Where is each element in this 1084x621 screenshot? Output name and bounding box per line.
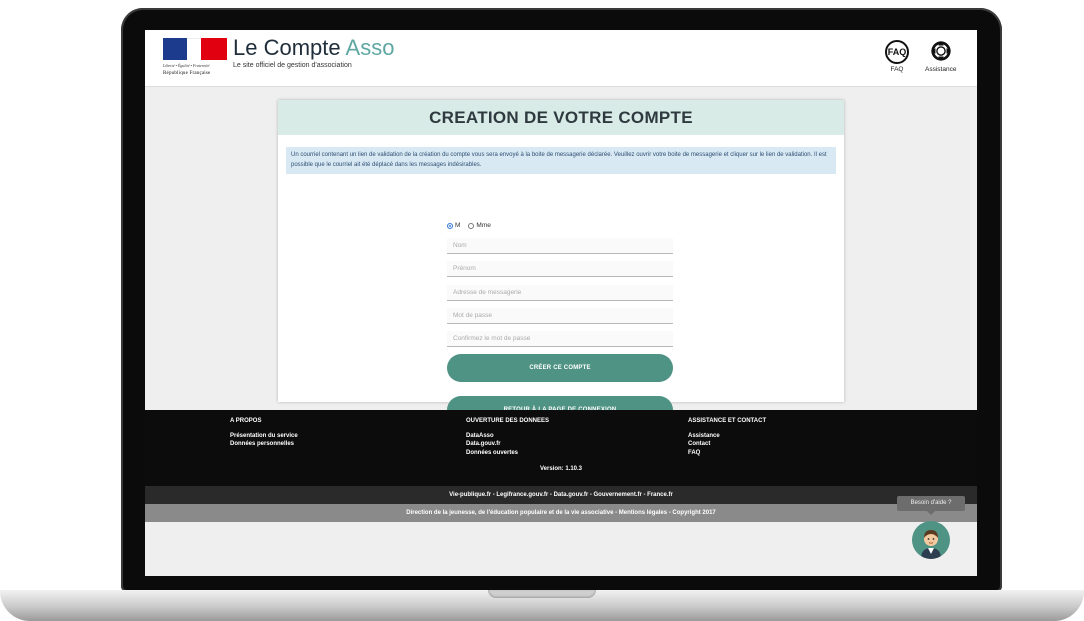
footer-col-apropos: A PROPOS Présentation du service Données… [230,417,298,449]
brand-subtitle: Le site officiel de gestion d'associatio… [233,62,352,69]
footer: A PROPOS Présentation du service Données… [145,410,977,486]
signup-card: CREATION DE VOTRE COMPTE Un courriel con… [278,100,844,424]
footer-link[interactable]: Données ouvertes [466,449,549,458]
card-header: CREATION DE VOTRE COMPTE [278,100,844,135]
info-notice: Un courriel contenant un lien de validat… [286,147,836,174]
footer-link[interactable]: Contact [688,440,766,449]
faq-icon: FAQ [885,40,909,64]
footer-link[interactable]: Assistance [688,432,766,441]
brand-main: Le Compte [233,35,341,60]
lifebuoy-icon [930,40,951,62]
radio-mme-label: Mme [476,222,491,229]
radio-m[interactable] [447,222,453,229]
page-title: CREATION DE VOTRE COMPTE [429,108,693,127]
flag-icon [163,38,227,61]
radio-mme[interactable] [468,222,475,229]
footer-link[interactable]: DataAsso [466,432,549,441]
footer-links-bar[interactable]: Vie-publique.fr - Legifrance.gouv.fr - D… [145,486,977,504]
marianne-logo[interactable]: Liberté • Égalité • Fraternité Républiqu… [163,38,227,82]
brand-title[interactable]: Le Compte Asso [233,35,394,61]
flag-white [187,38,201,61]
assistant-avatar-icon [921,530,941,559]
screen: Liberté • Égalité • Fraternité Républiqu… [145,30,977,576]
create-account-button[interactable]: CRÉER CE COMPTE [447,354,673,382]
assistance-link[interactable]: Assistance [925,40,956,73]
flag-red [201,38,227,60]
help-tooltip: Besoin d'aide ? [897,496,965,515]
republique-text: République Française [163,71,211,76]
version-text: Version: 1.10.3 [539,466,583,472]
laptop-notch [488,590,596,598]
gender-selector: M Mme [447,222,491,229]
devise-text: Liberté • Égalité • Fraternité [163,63,210,68]
footer-heading: A PROPOS [230,418,262,424]
footer-heading: ASSISTANCE ET CONTACT [688,418,767,424]
footer-link[interactable]: FAQ [688,449,766,458]
footer-link[interactable]: Présentation du service [230,432,298,441]
footer-heading: OUVERTURE DES DONNEES [466,418,550,424]
nom-input[interactable]: Nom [447,238,673,254]
footer-link[interactable]: Data.gouv.fr [466,440,549,449]
footer-col-assistance: ASSISTANCE ET CONTACT Assistance Contact… [688,417,766,457]
faq-link[interactable]: FAQ FAQ [885,40,909,73]
assistance-label: Assistance [925,66,957,73]
prenom-input[interactable]: Prénom [447,261,673,277]
email-input[interactable]: Adresse de messagerie [447,285,673,301]
site-header: Liberté • Égalité • Fraternité Républiqu… [145,30,977,87]
footer-link[interactable]: Données personnelles [230,440,298,449]
radio-m-label: M [455,222,461,229]
footer-col-donnees: OUVERTURE DES DONNEES DataAsso Data.gouv… [466,417,549,457]
footer-legal-bar[interactable]: Direction de la jeunesse, de l'éducation… [145,504,977,522]
confirm-password-input[interactable]: Confirmez le mot de passe [447,331,673,347]
faq-label: FAQ [890,66,904,73]
help-avatar-button[interactable] [912,521,950,559]
password-input[interactable]: Mot de passe [447,308,673,324]
flag-blue [163,38,187,60]
brand-accent: Asso [345,35,395,60]
